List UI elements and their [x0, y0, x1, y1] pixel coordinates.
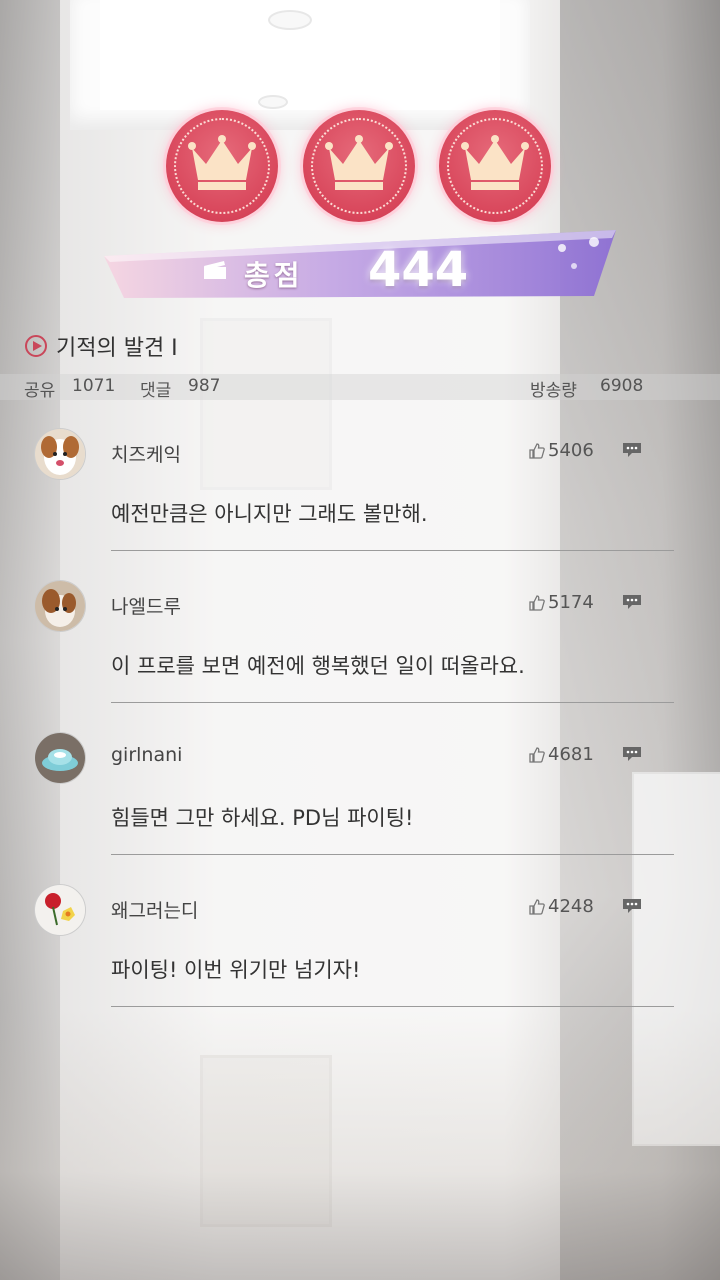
video-title-row[interactable]: 기적의 발견 I	[24, 330, 178, 362]
reply-icon[interactable]	[622, 746, 642, 762]
comment-author: 치즈케익	[111, 444, 181, 466]
crown-rating	[0, 110, 720, 226]
comment-text: 예전만큼은 아니지만 그래도 볼만해.	[111, 502, 428, 526]
views-label: 방송량	[530, 381, 577, 401]
play-icon[interactable]	[24, 334, 48, 358]
crown-icon	[166, 110, 278, 222]
like-button[interactable]: 4248	[528, 896, 594, 917]
score-label: 총점	[244, 259, 304, 292]
like-count: 4248	[548, 896, 594, 917]
thumbs-up-icon	[529, 746, 545, 763]
comment-author: 나엘드루	[111, 596, 181, 618]
comment-count: 987	[188, 376, 221, 396]
comment-label: 댓글	[140, 381, 172, 401]
divider	[111, 550, 674, 551]
thumbs-up-icon	[529, 442, 545, 459]
share-count: 1071	[72, 376, 116, 396]
comment-text: 이 프로를 보면 예전에 행복했던 일이 떠올라요.	[111, 654, 525, 678]
like-count: 5406	[548, 440, 594, 461]
crown-icon	[303, 110, 415, 222]
like-button[interactable]: 5406	[528, 440, 594, 461]
avatar	[34, 884, 86, 936]
stats-bar: 공유 1071 댓글 987 방송량 6908	[0, 374, 720, 401]
reply-icon[interactable]	[622, 594, 642, 610]
avatar	[34, 732, 86, 784]
share-label: 공유	[24, 381, 56, 401]
comment-item: 나엘드루 5174 이 프로를 보면 예전에 행복했던 일이 떠올라요.	[34, 580, 674, 730]
like-count: 5174	[548, 592, 594, 613]
comment-author: 왜그러는디	[111, 900, 199, 922]
like-button[interactable]: 5174	[528, 592, 594, 613]
score-value: 444	[368, 242, 469, 298]
thumbs-up-icon	[529, 594, 545, 611]
comment-author: girlnani	[111, 744, 183, 766]
comment-item: 왜그러는디 4248 파이팅! 이번 위기만 넘기자!	[34, 884, 674, 1034]
reply-icon[interactable]	[622, 898, 642, 914]
divider	[111, 854, 674, 855]
reply-icon[interactable]	[622, 442, 642, 458]
thumbs-up-icon	[529, 898, 545, 915]
avatar	[34, 580, 86, 632]
like-button[interactable]: 4681	[528, 744, 594, 765]
crown-icon	[439, 110, 551, 222]
video-title: 기적의 발견 I	[56, 336, 178, 361]
clapperboard-icon	[204, 261, 226, 279]
like-count: 4681	[548, 744, 594, 765]
avatar	[34, 428, 86, 480]
divider	[111, 702, 674, 703]
divider	[111, 1006, 674, 1007]
score-banner: 총점 444	[104, 230, 616, 300]
comment-item: girlnani 4681 힘들면 그만 하세요. PD님 파이팅!	[34, 732, 674, 882]
comment-item: 치즈케익 5406 예전만큼은 아니지만 그래도 볼만해.	[34, 428, 674, 578]
comment-text: 파이팅! 이번 위기만 넘기자!	[111, 958, 361, 982]
comment-text: 힘들면 그만 하세요. PD님 파이팅!	[111, 806, 414, 830]
views-count: 6908	[600, 376, 644, 396]
